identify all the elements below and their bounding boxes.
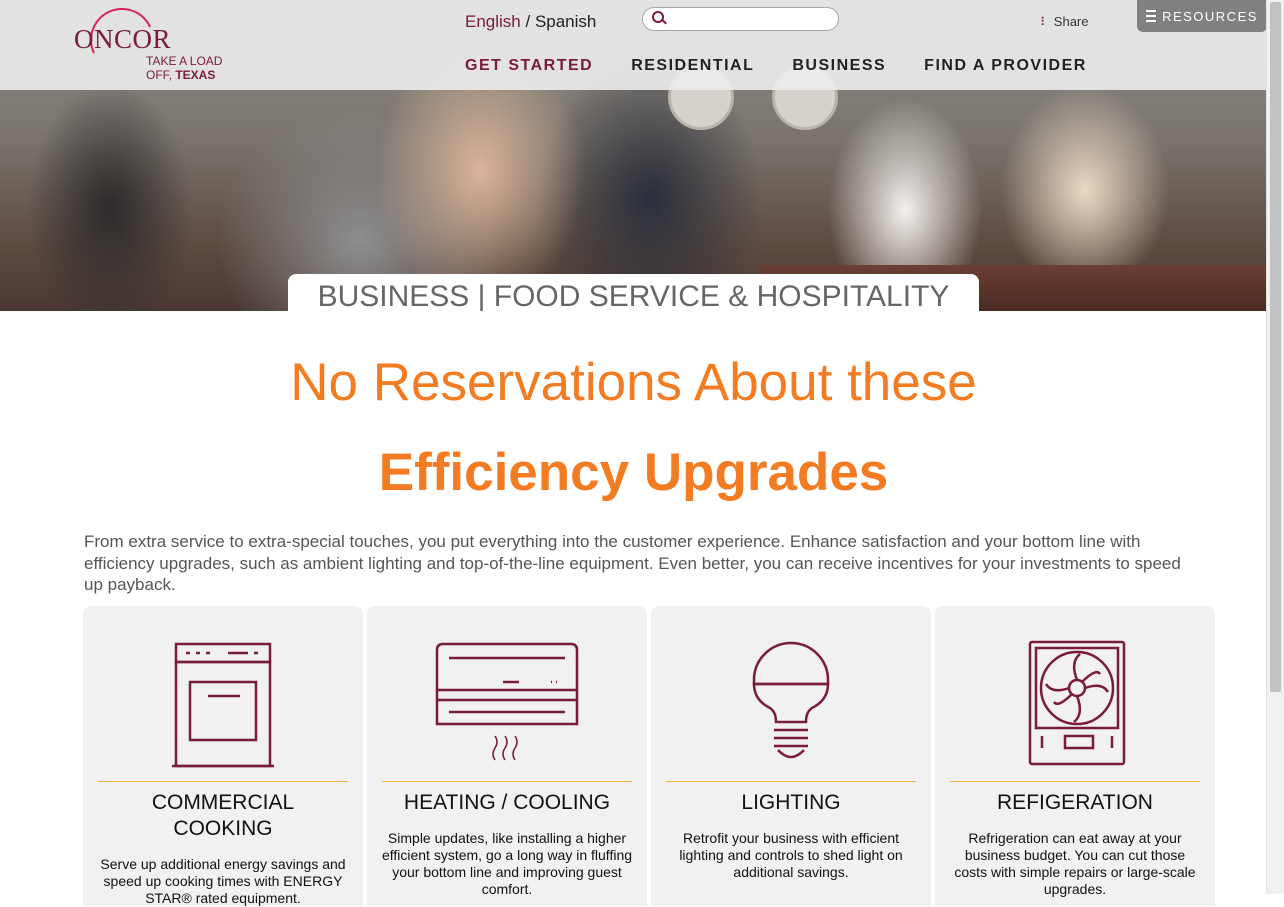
light-bulb-icon <box>651 640 931 770</box>
menu-icon <box>1146 10 1157 22</box>
card-title: LIGHTING <box>741 791 841 814</box>
air-conditioner-icon <box>367 640 647 770</box>
page-scrollbar[interactable] <box>1266 0 1284 894</box>
resources-label: RESOURCES <box>1162 8 1258 24</box>
nav-item-get-started[interactable]: GET STARTED <box>465 57 593 75</box>
page-title: BUSINESS | FOOD SERVICE & HOSPITALITY <box>288 274 979 311</box>
headline-primary: No Reservations About these <box>290 353 977 412</box>
headline-secondary: Efficiency Upgrades <box>378 443 889 502</box>
oncor-logo[interactable]: ONCOR TAKE A LOAD OFF, TEXAS <box>74 0 244 86</box>
share-icon: ⠇ <box>1040 14 1049 29</box>
search-input[interactable] <box>669 10 833 30</box>
card-text: Simple updates, like installing a higher… <box>381 830 633 897</box>
card-title: REFIGERATION <box>997 791 1153 814</box>
intro-paragraph: From extra service to extra-special touc… <box>84 532 1181 594</box>
card-divider <box>382 781 632 782</box>
scrollbar-thumb[interactable] <box>1270 2 1281 692</box>
language-switcher: English / Spanish <box>465 12 596 32</box>
logo-wordmark: ONCOR <box>74 24 172 54</box>
nav-item-residential[interactable]: RESIDENTIAL <box>631 57 754 75</box>
search-icon[interactable] <box>652 11 664 23</box>
card-divider <box>950 781 1200 782</box>
card-lighting[interactable]: LIGHTING Retrofit your business with eff… <box>651 606 931 906</box>
logo-tagline-1: TAKE A LOAD <box>146 54 223 68</box>
stove-icon <box>83 640 363 770</box>
card-commercial-cooking[interactable]: COMMERCIAL COOKING Serve up additional e… <box>83 606 363 906</box>
hero-banner: ONCOR TAKE A LOAD OFF, TEXAS English / S… <box>0 0 1267 311</box>
card-refrigeration[interactable]: REFIGERATION Refrigeration can eat away … <box>935 606 1215 906</box>
nav-item-business[interactable]: BUSINESS <box>792 57 886 75</box>
share-label: Share <box>1053 14 1089 29</box>
card-heating-cooling[interactable]: HEATING / COOLING Simple updates, like i… <box>367 606 647 906</box>
category-cards: COMMERCIAL COOKING Serve up additional e… <box>83 606 1215 906</box>
search-box[interactable] <box>642 7 839 31</box>
share-button[interactable]: ⠇ Share <box>1040 14 1089 29</box>
card-divider <box>666 781 916 782</box>
language-english-link[interactable]: English <box>465 12 521 31</box>
language-spanish-link[interactable]: Spanish <box>535 12 596 31</box>
logo-tagline-2b: TEXAS <box>175 68 216 82</box>
language-separator: / <box>520 12 535 31</box>
resources-button[interactable]: RESOURCES <box>1137 0 1267 32</box>
main-nav: GET STARTED RESIDENTIAL BUSINESS FIND A … <box>465 57 1087 75</box>
logo-tagline-2: OFF, TEXAS <box>146 68 215 82</box>
card-title: COMMERCIAL COOKING <box>151 791 295 840</box>
logo-tagline-2a: OFF, <box>146 68 172 82</box>
card-title: HEATING / COOLING <box>403 791 611 814</box>
card-text: Refrigeration can eat away at your busin… <box>954 830 1196 897</box>
nav-item-find-a-provider[interactable]: FIND A PROVIDER <box>924 57 1087 75</box>
card-divider <box>98 781 348 782</box>
refrigeration-fan-icon <box>935 640 1215 770</box>
card-text: Serve up additional energy savings and s… <box>100 856 346 906</box>
card-text: Retrofit your business with efficient li… <box>679 830 903 880</box>
